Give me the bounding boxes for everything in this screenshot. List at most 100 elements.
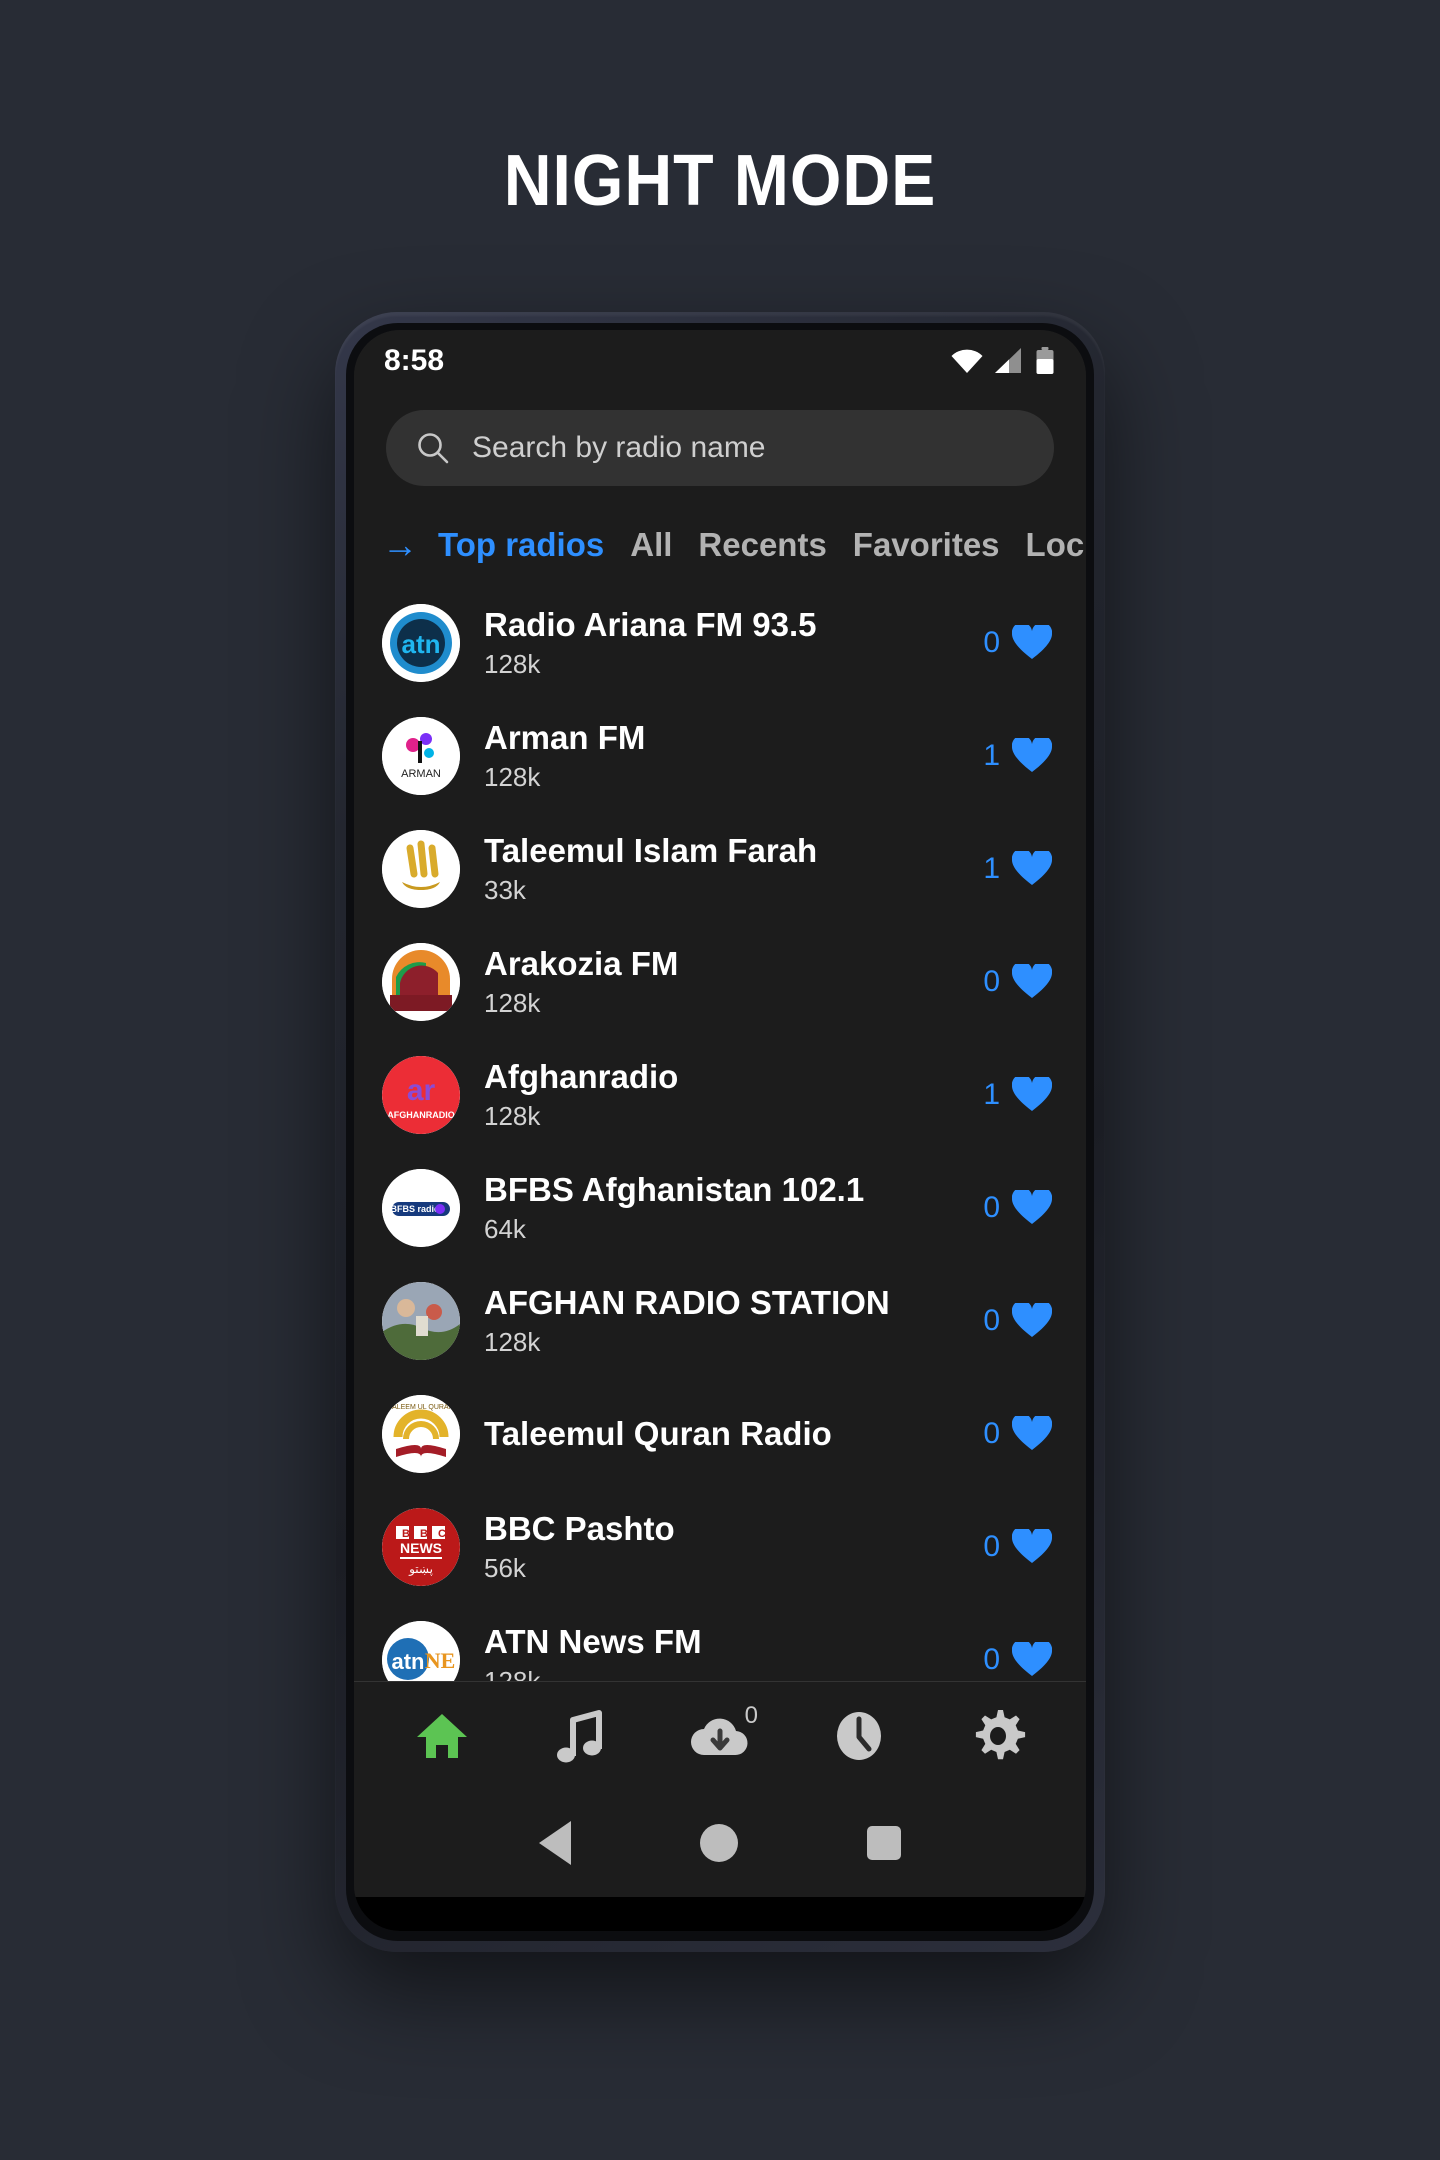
station-meta: Taleemul Quran Radio: [460, 1415, 983, 1453]
heart-icon[interactable]: [1012, 737, 1052, 774]
station-name: Arman FM: [484, 718, 646, 756]
svg-text:ar: ar: [407, 1074, 436, 1107]
station-bitrate: 56k: [484, 1552, 526, 1583]
svg-text:ARMAN: ARMAN: [401, 768, 441, 780]
tab-favorites[interactable]: Favorites: [853, 526, 1000, 564]
svg-text:BFBS radio: BFBS radio: [390, 1204, 440, 1214]
favorite-control[interactable]: 0: [983, 1302, 1052, 1339]
favorite-control[interactable]: 0: [983, 624, 1052, 661]
favorite-control[interactable]: 0: [983, 1189, 1052, 1226]
favorite-control[interactable]: 1: [983, 737, 1052, 774]
station-bitrate: 128k: [484, 1326, 541, 1357]
screen-bottom-edge: [354, 1897, 1086, 1931]
search-input[interactable]: Search by radio name: [386, 410, 1054, 486]
svg-text:NE: NE: [425, 1648, 456, 1673]
favorite-control[interactable]: 0: [983, 1641, 1052, 1678]
station-meta: BBC Pashto 56k: [460, 1510, 983, 1584]
tab-recents[interactable]: Recents: [698, 526, 826, 564]
nav-item-music[interactable]: [533, 1688, 629, 1784]
taleemul-quran-logo: TALEEM UL QURAN: [382, 1394, 460, 1473]
nav-item-history[interactable]: [811, 1688, 907, 1784]
station-row[interactable]: Taleemul Islam Farah 33k 1: [354, 812, 1086, 925]
home-circle-icon[interactable]: [699, 1824, 738, 1862]
station-name: AFGHAN RADIO STATION: [484, 1283, 890, 1321]
radio-station-list[interactable]: atn Radio Ariana FM 93.5 128k 0 ARMAN Arman F…: [354, 586, 1086, 1681]
status-bar: 8:58: [354, 330, 1086, 392]
station-meta: ATN News FM 128k: [460, 1623, 983, 1682]
bfbs-logo: BFBS radio: [382, 1168, 460, 1247]
favorite-control[interactable]: 0: [983, 1528, 1052, 1565]
tab-bar[interactable]: → Top radios All Recents Favorites Loc: [354, 504, 1086, 586]
heart-icon[interactable]: [1012, 1641, 1052, 1678]
tab-local[interactable]: Loc: [1026, 526, 1085, 564]
bottom-navigation-bar[interactable]: 0: [354, 1681, 1086, 1789]
station-meta: Afghanradio 128k: [460, 1058, 983, 1132]
android-system-nav[interactable]: [354, 1789, 1086, 1897]
clock-icon: [837, 1711, 882, 1760]
favorite-count: 0: [983, 1190, 1000, 1224]
search-icon: [418, 433, 449, 464]
heart-icon[interactable]: [1012, 1528, 1052, 1565]
station-row[interactable]: ARMAN Arman FM 128k 1: [354, 699, 1086, 812]
favorite-count: 0: [983, 1303, 1000, 1337]
svg-text:AFGHANRADIO: AFGHANRADIO: [387, 1110, 455, 1120]
downloads-badge: 0: [744, 1701, 758, 1729]
station-name: Arakozia FM: [484, 944, 679, 982]
recents-icon[interactable]: [867, 1826, 902, 1860]
heart-icon[interactable]: [1012, 850, 1052, 887]
svg-text:NEWS: NEWS: [400, 1540, 442, 1556]
station-row[interactable]: Arakozia FM 128k 0: [354, 925, 1086, 1038]
station-meta: BFBS Afghanistan 102.1 64k: [460, 1171, 983, 1245]
favorite-count: 0: [983, 1529, 1000, 1563]
favorite-control[interactable]: 1: [983, 850, 1052, 887]
station-row[interactable]: AFGHAN RADIO STATION 128k 0: [354, 1264, 1086, 1377]
station-row[interactable]: atn NE ATN News FM 128k 0: [354, 1603, 1086, 1681]
svg-text:atn: atn: [392, 1649, 425, 1674]
station-bitrate: 33k: [484, 874, 526, 905]
station-meta: AFGHAN RADIO STATION 128k: [460, 1284, 983, 1358]
station-row[interactable]: TALEEM UL QURAN Taleemul Quran Radio 0: [354, 1377, 1086, 1490]
favorite-count: 0: [983, 625, 1000, 659]
nav-item-settings[interactable]: [950, 1688, 1046, 1784]
nav-item-downloads[interactable]: 0: [672, 1688, 768, 1784]
nav-item-home[interactable]: [394, 1688, 490, 1784]
station-name: BFBS Afghanistan 102.1: [484, 1170, 865, 1208]
tab-all[interactable]: All: [630, 526, 672, 564]
heart-icon[interactable]: [1012, 1415, 1052, 1452]
station-name: Taleemul Quran Radio: [484, 1414, 832, 1452]
favorite-control[interactable]: 0: [983, 1415, 1052, 1452]
favorite-control[interactable]: 0: [983, 963, 1052, 1000]
heart-icon[interactable]: [1012, 1076, 1052, 1113]
station-row[interactable]: atn Radio Ariana FM 93.5 128k 0: [354, 586, 1086, 699]
status-bar-clock: 8:58: [384, 344, 445, 377]
search-container: Search by radio name: [354, 392, 1086, 504]
station-meta: Taleemul Islam Farah 33k: [460, 832, 983, 906]
back-icon[interactable]: [538, 1821, 571, 1865]
station-name: ATN News FM: [484, 1622, 702, 1660]
svg-text:B: B: [420, 1528, 428, 1540]
station-meta: Radio Ariana FM 93.5 128k: [460, 606, 983, 680]
heart-icon[interactable]: [1012, 1189, 1052, 1226]
favorite-count: 1: [983, 738, 1000, 772]
gear-icon: [976, 1709, 1026, 1759]
heart-icon[interactable]: [1012, 1302, 1052, 1339]
cloud-download-icon: [690, 1718, 748, 1755]
station-meta: Arakozia FM 128k: [460, 945, 983, 1019]
svg-text:B: B: [402, 1528, 410, 1540]
phone-device-frame: 8:58 Search by radio name → Top radios A…: [335, 312, 1105, 1952]
afghanradio-logo: ar AFGHANRADIO: [382, 1055, 460, 1134]
tab-top-radios[interactable]: Top radios: [438, 526, 604, 564]
station-row[interactable]: ar AFGHANRADIO Afghanradio 128k 1: [354, 1038, 1086, 1151]
taleemul-islam-logo: [382, 829, 460, 908]
heart-icon[interactable]: [1012, 624, 1052, 661]
afghan-radio-station-logo: [382, 1281, 460, 1360]
svg-text:پښتو: پښتو: [408, 1562, 433, 1576]
music-note-icon: [556, 1709, 602, 1762]
station-row[interactable]: BFBS radio BFBS Afghanistan 102.1 64k 0: [354, 1151, 1086, 1264]
station-name: Radio Ariana FM 93.5: [484, 605, 817, 643]
station-row[interactable]: B B C NEWS پښتو BBC Pashto 56k 0: [354, 1490, 1086, 1603]
heart-icon[interactable]: [1012, 963, 1052, 1000]
station-name: Afghanradio: [484, 1057, 679, 1095]
favorite-control[interactable]: 1: [983, 1076, 1052, 1113]
search-placeholder: Search by radio name: [472, 431, 766, 464]
